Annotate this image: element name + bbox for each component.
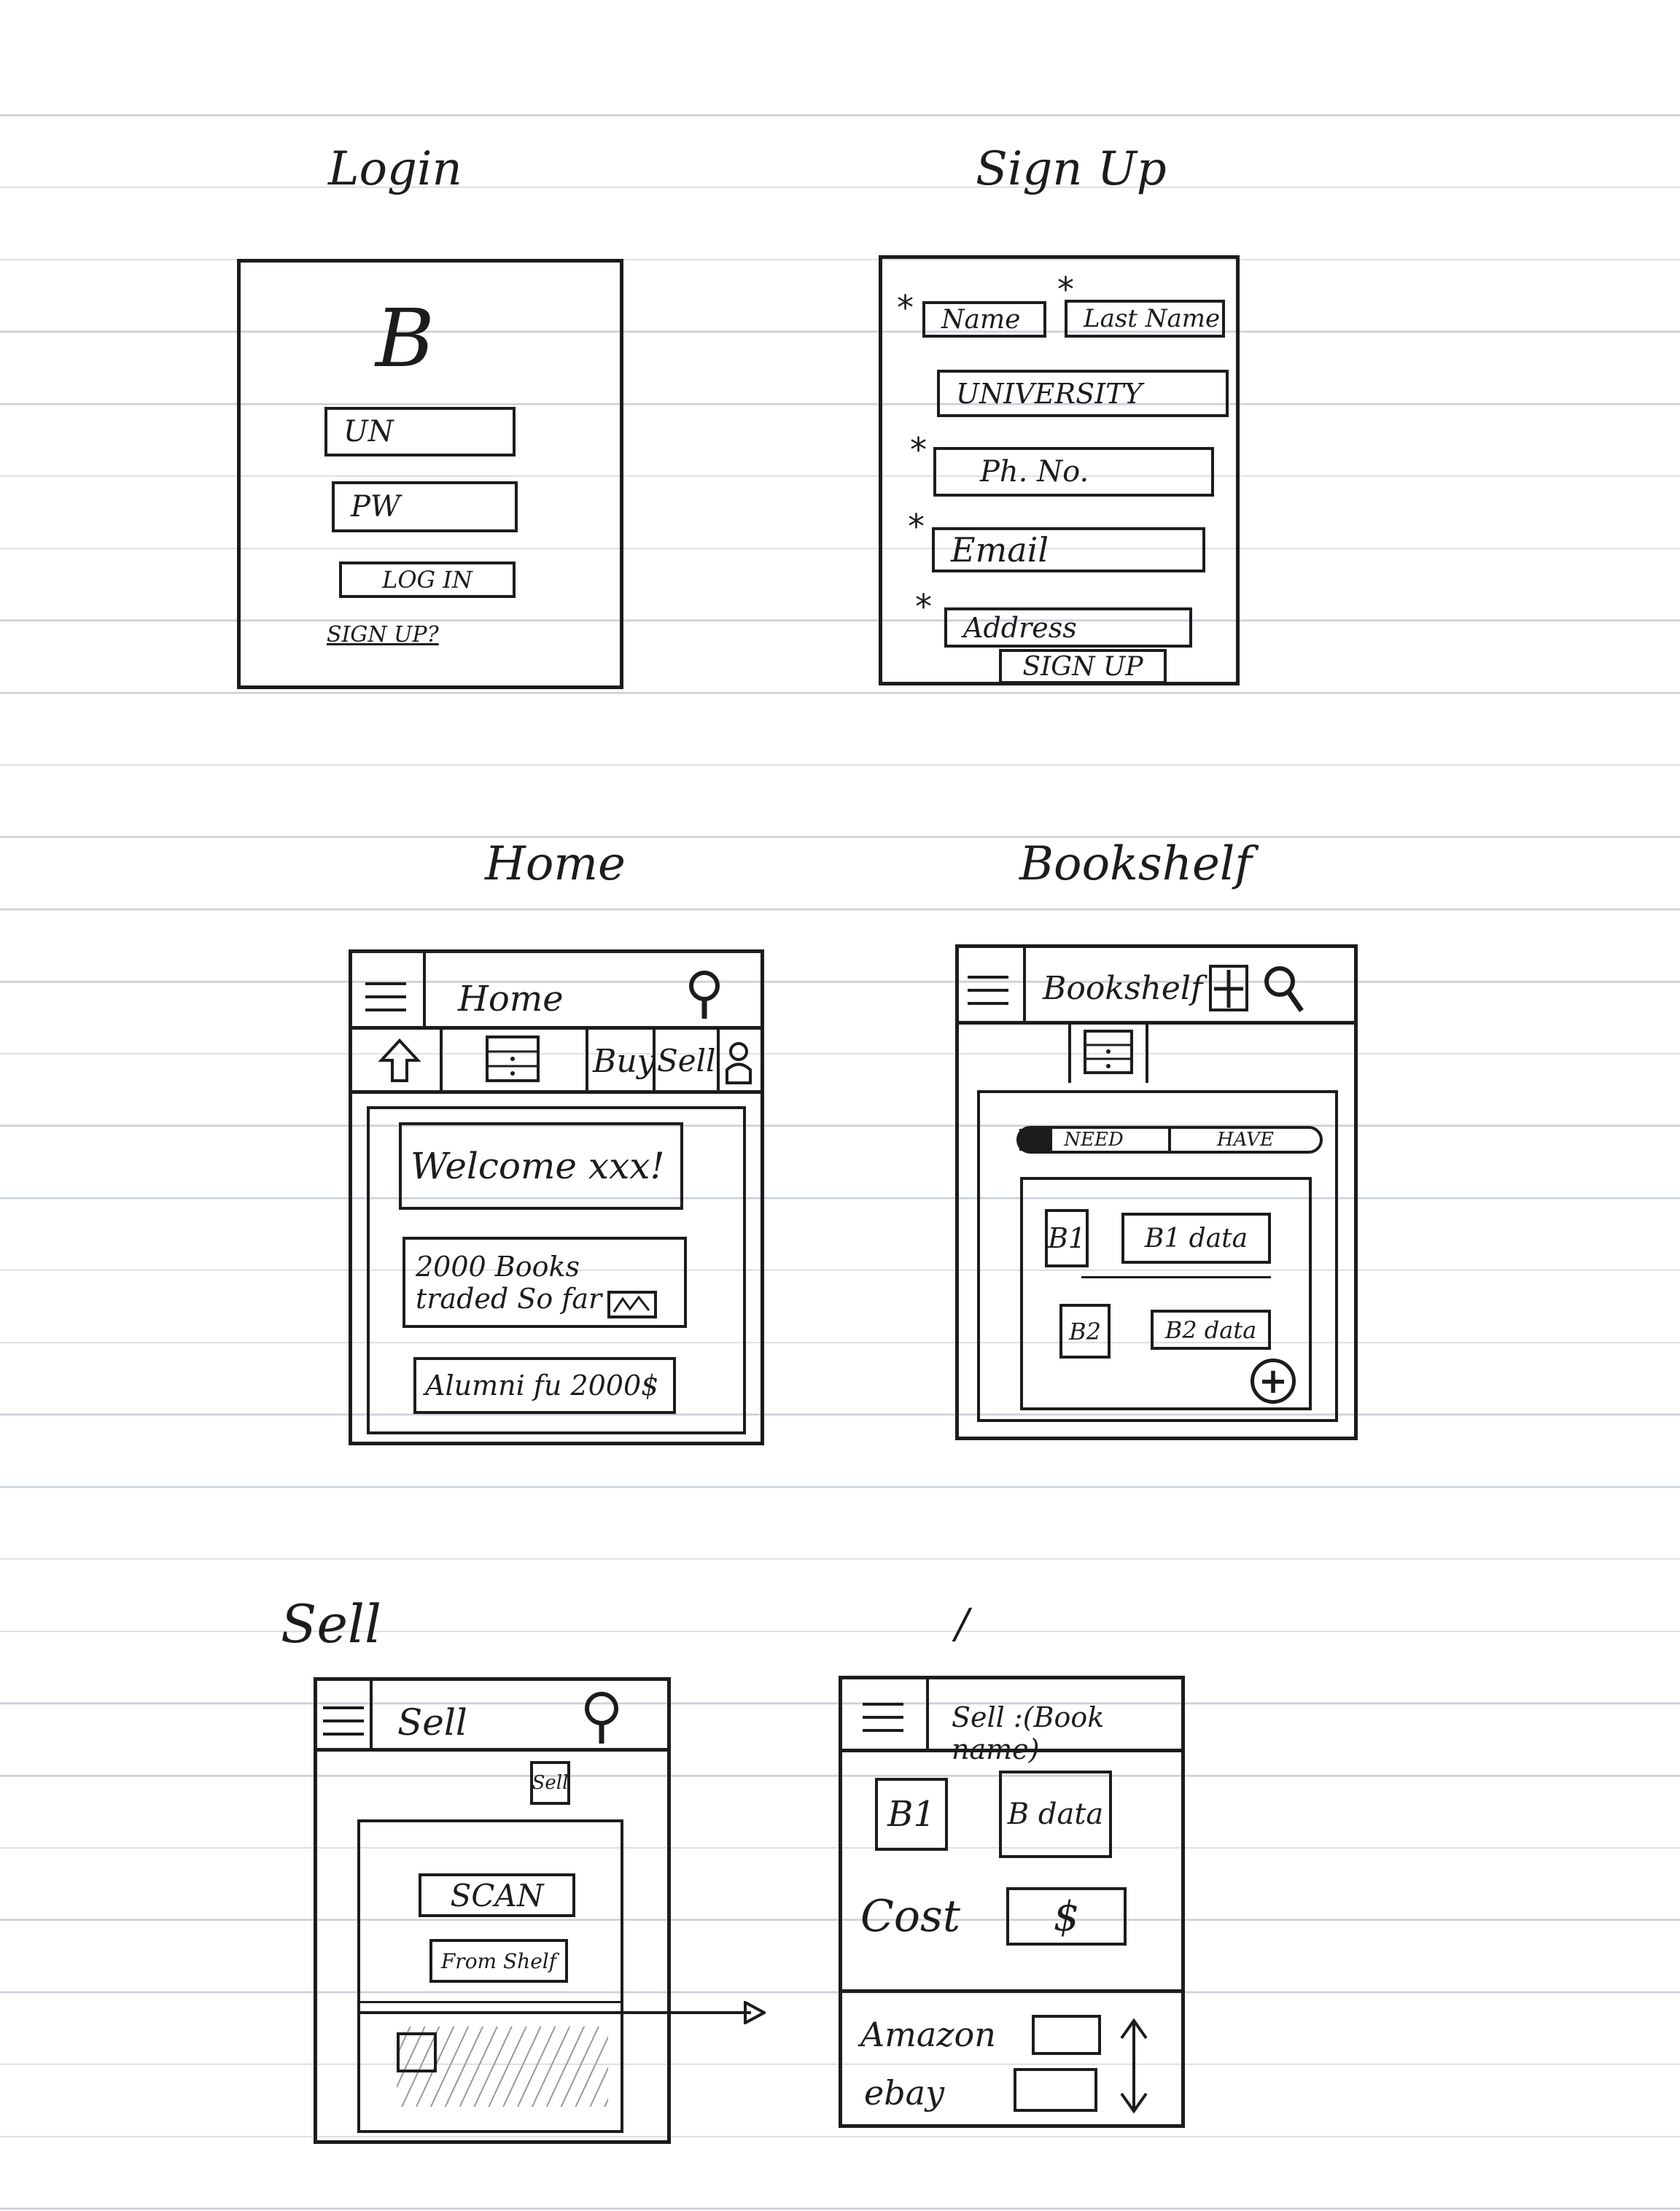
bookshelf-screen: Bookshelf NEED HAVE B1 B1 data B2 B2 dat… [955,944,1358,1440]
required-mark: * [908,507,925,546]
book-data: B2 data [1151,1310,1271,1350]
book-data: B1 data [1121,1213,1271,1264]
required-mark: * [910,430,927,470]
sell-detail-title: / [955,1601,969,1648]
email-field[interactable]: Email [932,527,1205,572]
header-bottom-line [317,1748,667,1752]
list-divider [1081,1276,1271,1278]
address-field[interactable]: Address [944,607,1192,648]
cost-label: Cost [860,1891,960,1942]
tab-sell[interactable]: Sell [657,1043,716,1079]
alumni-card: Alumni fu 2000$ [413,1357,676,1414]
sell-title: Sell [281,1593,381,1655]
chart-icon [607,1291,657,1318]
home-title: Home [485,837,626,891]
signup-screen: * Name * Last Name UNIVERSITY * Ph. No. … [879,255,1240,685]
need-have-toggle[interactable]: NEED HAVE [1016,1126,1323,1154]
tab-divider [586,1030,588,1092]
marketplace-checkbox[interactable] [1032,2015,1101,2055]
welcome-card: Welcome xxx! [399,1122,683,1210]
last-name-field[interactable]: Last Name [1065,300,1225,338]
password-field[interactable]: PW [332,481,518,532]
marketplace-ebay: ebay [864,2073,945,2113]
marketplace-checkbox[interactable] [1014,2068,1097,2112]
sell-screen: Sell Sell SCAN From Shelf [314,1677,671,2144]
header-divider [1023,948,1026,1021]
header-divider [926,1679,929,1749]
active-tab[interactable] [1068,1021,1148,1083]
sell-detail-screen: Sell :(Book name) B1 B data Cost $ Amazo… [839,1676,1185,2128]
add-book-icon[interactable] [1207,963,1251,1014]
from-shelf-button[interactable]: From Shelf [429,1939,568,1983]
header-bottom-line [842,1749,1181,1752]
flow-arrow-head-icon [744,2001,766,2024]
tab-buy[interactable]: Buy [593,1043,656,1080]
signup-button[interactable]: SIGN UP [999,649,1167,684]
login-button[interactable]: LOG IN [339,562,516,598]
tab-bar-bottom-line [352,1090,761,1094]
book-list: B1 B1 data B2 B2 data + [1020,1177,1312,1410]
signup-title: Sign Up [976,142,1167,196]
header-divider [423,953,426,1030]
name-field[interactable]: Name [922,301,1046,338]
price-field[interactable]: $ [1006,1887,1127,1946]
username-field[interactable]: UN [324,407,516,456]
header-title: Sell [397,1701,467,1744]
header-divider [370,1681,373,1748]
menu-icon[interactable] [365,982,406,1011]
profile-icon[interactable] [724,1041,753,1084]
tab-divider [653,1030,656,1092]
book-thumb: B1 [875,1778,948,1851]
header-bottom-line [959,1021,1354,1025]
login-title: Login [328,142,462,196]
toggle-need[interactable]: NEED [1019,1129,1171,1151]
search-icon[interactable] [1258,961,1309,1016]
tab-sell[interactable]: Sell [530,1761,570,1805]
add-button[interactable]: + [1251,1359,1296,1404]
menu-icon[interactable] [323,1706,364,1736]
bookshelf-icon [1084,1030,1133,1074]
bookshelf-content-area: NEED HAVE B1 B1 data B2 B2 data + [977,1090,1338,1422]
book-thumb[interactable]: B2 [1059,1304,1111,1359]
home-content-area: Welcome xxx! 2000 Books traded So far Al… [367,1106,746,1434]
content-divider [360,2001,621,2003]
bookshelf-icon[interactable] [483,1033,542,1084]
university-field[interactable]: UNIVERSITY [937,370,1229,417]
login-screen: B UN PW LOG IN SIGN UP? [237,259,623,689]
preview-thumb [397,2032,437,2072]
required-mark: * [915,587,932,626]
tab-divider [717,1030,720,1092]
marketplace-amazon: Amazon [860,2015,996,2054]
search-icon[interactable] [580,1688,623,1746]
toggle-have[interactable]: HAVE [1171,1129,1320,1151]
book-thumb[interactable]: B1 [1045,1209,1089,1267]
menu-icon[interactable] [863,1703,903,1732]
section-divider [842,1989,1181,1993]
sort-arrows-icon[interactable] [1116,2015,1152,2117]
header-title: Bookshelf [1043,970,1203,1007]
scan-button[interactable]: SCAN [419,1873,575,1917]
header-title: Sell :(Book name) [952,1701,1105,1765]
book-data: B data [999,1771,1112,1858]
logo: B [376,292,435,385]
required-mark: * [897,288,914,327]
phone-field[interactable]: Ph. No. [933,447,1214,497]
sell-content-area: SCAN From Shelf [357,1819,623,2133]
bookshelf-title: Bookshelf [1019,837,1252,891]
menu-icon[interactable] [968,976,1008,1005]
up-arrow-icon[interactable] [378,1037,421,1084]
signup-link[interactable]: SIGN UP? [327,622,439,648]
search-icon[interactable] [684,968,728,1022]
header-title: Home [458,979,564,1019]
tab-bar: Buy Sell [352,1030,761,1092]
home-screen: Home Buy Sell Welcome xxx! 2000 Books tr… [349,949,764,1445]
tab-divider [440,1030,443,1092]
flow-arrow-line [357,2011,751,2014]
